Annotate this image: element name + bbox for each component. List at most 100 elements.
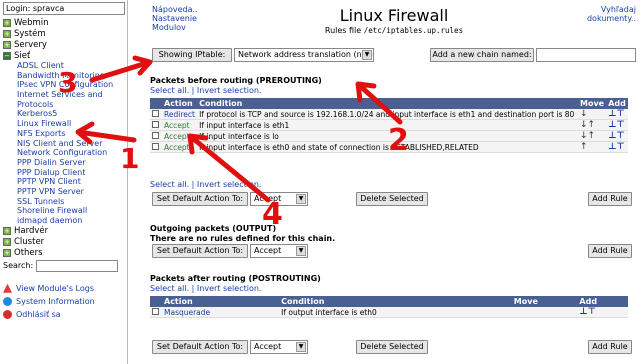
row-checkbox[interactable] xyxy=(152,120,159,128)
category-webmin[interactable]: + Webmin xyxy=(3,17,127,28)
set-default-action-button-output[interactable]: Set Default Action To: xyxy=(152,244,248,258)
add-rule-button-output[interactable]: Add Rule xyxy=(588,244,632,258)
chain-name-input[interactable] xyxy=(536,48,636,62)
rule-action-link[interactable]: Accept xyxy=(162,119,198,131)
add-rule-icon[interactable]: ⊥⊤ xyxy=(608,109,624,119)
add-rule-button-post[interactable]: Add Rule xyxy=(588,340,632,354)
select-all-link[interactable]: Select all. xyxy=(150,180,189,189)
add-rule-icon[interactable]: ⊥⊤ xyxy=(608,142,624,152)
delete-selected-button-post[interactable]: Delete Selected xyxy=(356,340,428,354)
default-action-select-post[interactable]: Accept ▼ xyxy=(250,340,308,354)
category-network[interactable]: − Sieť xyxy=(3,50,127,61)
search-input[interactable] xyxy=(36,259,119,272)
move-arrows-icon[interactable]: ↓ xyxy=(580,109,588,119)
category-system[interactable]: + Systém xyxy=(3,28,127,39)
table-row: Accept If input interface is eth1 ↓↑ ⊥⊤ xyxy=(150,119,628,131)
delete-selected-button[interactable]: Delete Selected xyxy=(356,192,428,206)
invert-selection-link[interactable]: Invert selection. xyxy=(197,86,262,95)
expand-icon: + xyxy=(3,29,11,38)
select-all-link[interactable]: Select all. xyxy=(150,86,189,95)
sidebar-item-module[interactable]: PPP Dialin Server xyxy=(3,158,127,168)
category-others[interactable]: + Others xyxy=(3,248,127,259)
add-rule-icon[interactable]: ⊥⊤ xyxy=(579,307,595,317)
expand-icon: + xyxy=(3,40,11,49)
sidebar-item-module[interactable]: Linux Firewall xyxy=(3,119,127,129)
rule-action-link[interactable]: Redirect xyxy=(162,109,198,120)
sidebar-item-module[interactable]: Network Configuration xyxy=(3,148,127,158)
row-checkbox[interactable] xyxy=(152,109,159,117)
rule-action-link[interactable]: Accept xyxy=(162,141,198,153)
set-default-action-button[interactable]: Set Default Action To: xyxy=(152,192,248,206)
rule-condition: If input interface is lo xyxy=(197,130,578,142)
row-checkbox[interactable] xyxy=(152,307,159,315)
move-cell xyxy=(511,307,578,318)
category-servers[interactable]: + Servery xyxy=(3,39,127,50)
postrouting-table: Action Condition Move Add Masquerade If … xyxy=(150,296,628,318)
invert-selection-link[interactable]: Invert selection. xyxy=(197,180,262,189)
rule-condition: If output interface is eth0 xyxy=(279,307,512,318)
sidebar-item-module[interactable]: IPsec VPN Configuration xyxy=(3,80,127,90)
dropdown-arrow-icon: ▼ xyxy=(296,246,306,256)
row-checkbox-cell xyxy=(150,130,162,142)
view-logs-link[interactable]: View Module's Logs xyxy=(3,282,127,295)
add-rule-icon[interactable]: ⊥⊤ xyxy=(608,131,624,141)
sidebar-item-module[interactable]: Shoreline Firewall xyxy=(3,206,127,216)
sidebar-item-module[interactable]: PPP Dialup Client xyxy=(3,168,127,178)
condition-column-header: Condition xyxy=(279,296,512,307)
prerouting-select-links: Select all. | Invert selection. xyxy=(150,86,262,95)
iptable-select[interactable]: Network address translation (nat) ▼ xyxy=(234,48,374,62)
default-action-value: Accept xyxy=(254,342,282,351)
table-row: Accept If input interface is eth0 and sta… xyxy=(150,141,628,153)
row-checkbox[interactable] xyxy=(152,142,159,150)
dropdown-arrow-icon: ▼ xyxy=(362,50,372,60)
sidebar-item-module[interactable]: Bandwidth Monitoring xyxy=(3,71,127,81)
row-checkbox[interactable] xyxy=(152,131,159,139)
move-arrows-icon[interactable]: ↑ xyxy=(580,142,588,152)
page-title: Linux Firewall xyxy=(339,6,449,25)
showing-iptable-button[interactable]: Showing IPtable: xyxy=(152,48,232,62)
add-chain-button[interactable]: Add a new chain named: xyxy=(430,48,534,62)
rule-action-link[interactable]: Masquerade xyxy=(162,307,280,318)
add-column-header: Add xyxy=(577,296,628,307)
set-default-action-button-post[interactable]: Set Default Action To: xyxy=(152,340,248,354)
subtitle-prefix: Rules file xyxy=(324,26,362,35)
system-info-link[interactable]: System Information xyxy=(3,295,127,308)
rules-file-path: /etc/iptables.up.rules xyxy=(363,26,464,35)
sidebar-item-module[interactable]: Protocols xyxy=(3,100,127,110)
category-label: Servery xyxy=(14,39,47,50)
network-module-list: ADSL Client Bandwidth Monitoring IPsec VPN… xyxy=(3,61,127,226)
move-arrows-icon[interactable]: ↓↑ xyxy=(580,120,595,130)
category-cluster[interactable]: + Cluster xyxy=(3,237,127,248)
table-row: Accept If input interface is lo ↓↑ ⊥⊤ xyxy=(150,130,628,142)
sidebar-item-module[interactable]: idmapd daemon xyxy=(3,216,127,226)
sidebar-item-module[interactable]: SSL Tunnels xyxy=(3,197,127,207)
docs-link[interactable]: dokumenty.. xyxy=(587,14,636,23)
logout-link[interactable]: Odhlásiť sa xyxy=(3,308,127,321)
table-row: Redirect If protocol is TCP and source is… xyxy=(150,109,628,120)
category-label: Webmin xyxy=(14,17,49,28)
sidebar-item-module[interactable]: PPTP VPN Server xyxy=(3,187,127,197)
default-action-select-output[interactable]: Accept ▼ xyxy=(250,244,308,258)
main-panel: Nápoveda.. Nastavenie Modulov Linux Fire… xyxy=(148,0,640,364)
select-all-link[interactable]: Select all. xyxy=(150,284,189,293)
search-docs-link[interactable]: Vyhľadaj xyxy=(587,5,636,14)
move-arrows-icon[interactable]: ↓↑ xyxy=(580,131,595,141)
sidebar-item-module[interactable]: ADSL Client xyxy=(3,61,127,71)
sidebar-item-module[interactable]: Internet Services and xyxy=(3,90,127,100)
condition-column-header: Condition xyxy=(197,98,578,109)
category-hardware[interactable]: + Hardvér xyxy=(3,226,127,237)
sidebar-item-module[interactable]: NFS Exports xyxy=(3,129,127,139)
login-label: Login: spravca xyxy=(3,2,125,15)
default-action-select[interactable]: Accept ▼ xyxy=(250,192,308,206)
rule-action-link[interactable]: Accept xyxy=(162,130,198,142)
info-icon xyxy=(3,296,12,306)
add-rule-button[interactable]: Add Rule xyxy=(588,192,632,206)
sidebar-item-module[interactable]: PPTP VPN Client xyxy=(3,177,127,187)
sidebar-item-module[interactable]: NIS Client and Server xyxy=(3,139,127,149)
move-cell: ↓↑ xyxy=(577,119,607,131)
invert-selection-link[interactable]: Invert selection. xyxy=(197,284,262,293)
action-column-header: Action xyxy=(162,296,280,307)
sidebar-item-module[interactable]: Kerberos5 xyxy=(3,109,127,119)
select-column-header xyxy=(150,98,162,109)
add-rule-icon[interactable]: ⊥⊤ xyxy=(608,120,624,130)
